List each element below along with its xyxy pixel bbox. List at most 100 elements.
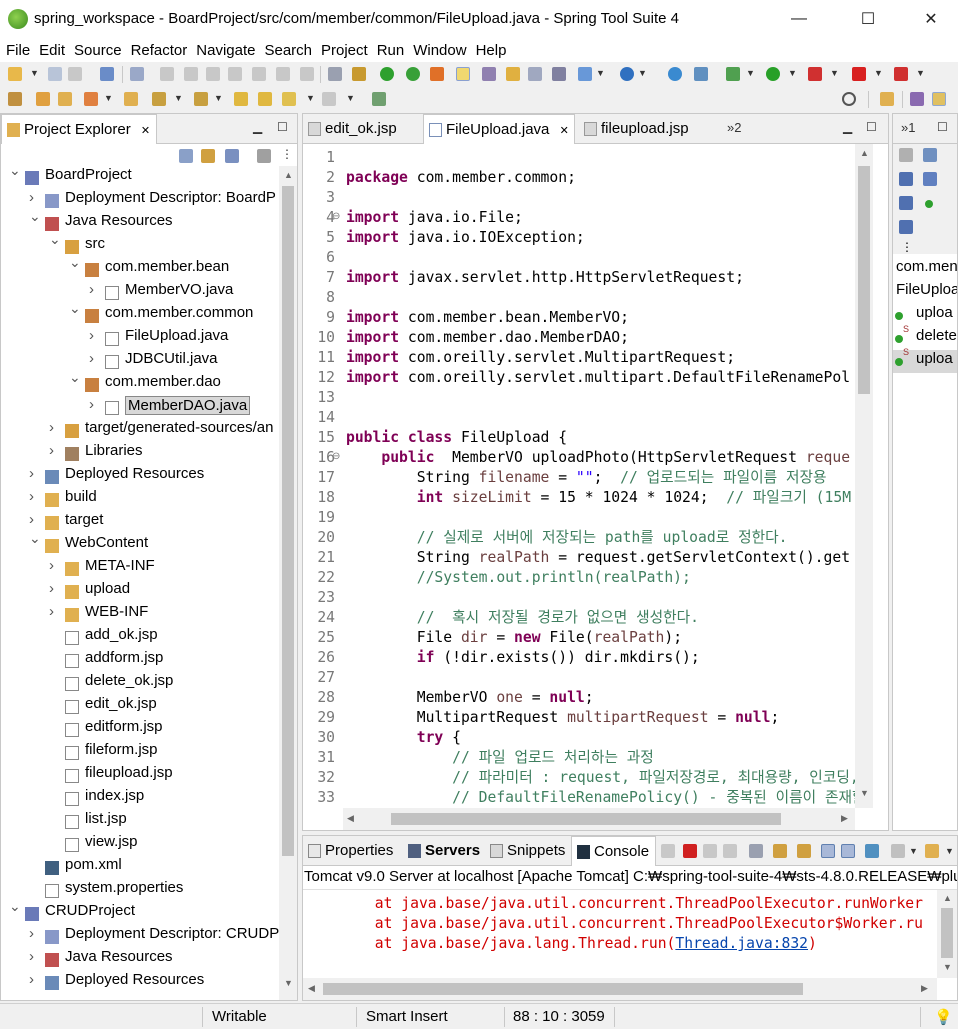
view-menu-icon[interactable] [257, 149, 271, 163]
java-perspective-icon[interactable] [932, 92, 946, 106]
tab-properties[interactable]: Properties [303, 836, 399, 866]
console-hscrollbar[interactable]: ◀ ▶ [303, 978, 937, 1000]
previous-annotation-icon[interactable] [194, 92, 208, 106]
open-console-icon[interactable] [925, 844, 939, 858]
menu-project[interactable]: Project [319, 38, 375, 62]
tree-item[interactable]: › target/generated-sources/an [1, 419, 279, 442]
menu-window[interactable]: Window [411, 38, 473, 62]
tree-item[interactable]: › MemberDAO.java [1, 396, 279, 419]
tree-item[interactable]: ⌄ CRUDProject [1, 898, 279, 925]
collapse-arrow-icon[interactable]: › [49, 557, 54, 574]
debug-icon[interactable] [726, 67, 740, 81]
close-button[interactable]: ✕ [908, 0, 954, 38]
tree-item[interactable]: › Deployment Descriptor: BoardP [1, 189, 279, 212]
tree-item[interactable]: › upload [1, 580, 279, 603]
tree-item[interactable]: › Deployed Resources [1, 465, 279, 488]
tab-snippets[interactable]: Snippets [485, 836, 571, 866]
new-project-icon[interactable] [8, 92, 22, 106]
pin-console-icon[interactable] [865, 844, 879, 858]
editor-hscrollbar-thumb[interactable] [391, 813, 781, 825]
view-menu-icon[interactable]: ⋮ [901, 240, 913, 254]
tree-item[interactable]: › FileUpload.java [1, 327, 279, 350]
collapse-arrow-icon[interactable]: › [29, 948, 34, 965]
tree-item[interactable]: › JDBCUtil.java [1, 350, 279, 373]
tree-item[interactable]: index.jsp [1, 787, 279, 810]
terminal-icon[interactable] [100, 67, 114, 81]
editor-vscrollbar-thumb[interactable] [858, 166, 870, 394]
tree-item[interactable]: ⌄ Java Resources [1, 208, 279, 235]
expand-arrow-icon[interactable]: ⌄ [69, 369, 81, 386]
editor-hscrollbar[interactable]: ◀ ▶ [343, 808, 855, 830]
tree-item[interactable]: view.jsp [1, 833, 279, 856]
open-type-icon[interactable] [430, 67, 444, 81]
show-whitespace-icon[interactable] [482, 67, 496, 81]
forward-icon[interactable] [322, 92, 336, 106]
remove-terminated-icon[interactable] [723, 844, 737, 858]
forward-edit-icon[interactable] [258, 92, 272, 106]
tree-item[interactable]: › target [1, 511, 279, 534]
maximize-view-icon[interactable]: ☐ [937, 120, 948, 134]
hide-static-icon[interactable] [899, 196, 913, 210]
collapse-arrow-icon[interactable]: › [49, 442, 54, 459]
expand-arrow-icon[interactable]: ⌄ [9, 166, 21, 179]
open-folder-icon[interactable] [58, 92, 72, 106]
collapse-icon[interactable] [923, 148, 937, 162]
fold-toggle-icon[interactable]: ⊖ [332, 451, 340, 462]
outline-class[interactable]: FileUpload [896, 281, 957, 298]
hide-local-types-icon[interactable] [899, 220, 913, 234]
outline-package[interactable]: com.men [896, 258, 957, 275]
expand-arrow-icon[interactable]: ⌄ [69, 300, 81, 317]
collapse-arrow-icon[interactable]: › [49, 603, 54, 620]
tab-console[interactable]: Console [571, 836, 657, 867]
run-icon[interactable] [766, 67, 780, 81]
collapse-all-icon[interactable] [179, 149, 193, 163]
suspend-icon[interactable] [184, 67, 198, 81]
console-vscrollbar[interactable]: ▲ ▼ [937, 890, 957, 978]
menu-file[interactable]: File [4, 38, 37, 62]
tree-item[interactable]: fileform.jsp [1, 741, 279, 764]
tree-item[interactable]: › Java Resources [1, 948, 279, 971]
collapse-arrow-icon[interactable]: › [29, 488, 34, 505]
fold-toggle-icon[interactable]: ⊖ [332, 211, 340, 222]
tree-item[interactable]: ⌄ com.member.bean [1, 254, 279, 281]
spring-run-icon[interactable] [406, 67, 420, 81]
more-options-icon[interactable]: ⋮ [281, 147, 293, 161]
remove-all-icon[interactable] [703, 844, 717, 858]
link-editor-icon[interactable] [201, 149, 215, 163]
relaunch-icon[interactable] [894, 67, 908, 81]
search-tool-icon[interactable] [694, 67, 708, 81]
minimize-view-icon[interactable]: ▁ [253, 120, 262, 134]
open-perspective-icon[interactable] [880, 92, 894, 106]
spring-boot-dashboard-icon[interactable] [380, 67, 394, 81]
java-ee-perspective-icon[interactable] [910, 92, 924, 106]
run-external-icon[interactable] [808, 67, 822, 81]
tree-item[interactable]: addform.jsp [1, 649, 279, 672]
tree-item[interactable]: ⌄ WebContent [1, 530, 279, 557]
use-step-filters-icon[interactable] [328, 67, 342, 81]
collapse-arrow-icon[interactable]: › [29, 925, 34, 942]
open-task-icon[interactable] [506, 67, 520, 81]
terminate-console-icon[interactable] [683, 844, 697, 858]
tree-item[interactable]: pom.xml [1, 856, 279, 879]
back-icon[interactable] [282, 92, 296, 106]
tree-item[interactable]: › MemberVO.java [1, 281, 279, 304]
tree-item[interactable]: ⌄ src [1, 231, 279, 258]
tree-item[interactable]: › Deployment Descriptor: CRUDP [1, 925, 279, 948]
search-icon[interactable] [842, 92, 856, 106]
console-vscrollbar-thumb[interactable] [941, 908, 953, 958]
maximize-view-icon[interactable]: ☐ [277, 120, 288, 134]
open-resource-icon[interactable] [124, 92, 138, 106]
tree-item[interactable]: › Libraries [1, 442, 279, 465]
collapse-arrow-icon[interactable]: › [49, 580, 54, 597]
public-filter-icon[interactable] [925, 200, 933, 208]
clear-console-icon[interactable] [749, 844, 763, 858]
tree-item[interactable]: › WEB-INF [1, 603, 279, 626]
disconnect-icon[interactable] [228, 67, 242, 81]
word-wrap-icon[interactable] [797, 844, 811, 858]
collapse-arrow-icon[interactable]: › [89, 281, 94, 298]
sort-alpha-icon[interactable] [899, 172, 913, 186]
menu-refactor[interactable]: Refactor [129, 38, 195, 62]
stacktrace-link[interactable]: Thread.java:832 [675, 935, 808, 952]
tab-fileupload-jsp[interactable]: fileupload.jsp [579, 114, 695, 144]
menu-navigate[interactable]: Navigate [194, 38, 262, 62]
